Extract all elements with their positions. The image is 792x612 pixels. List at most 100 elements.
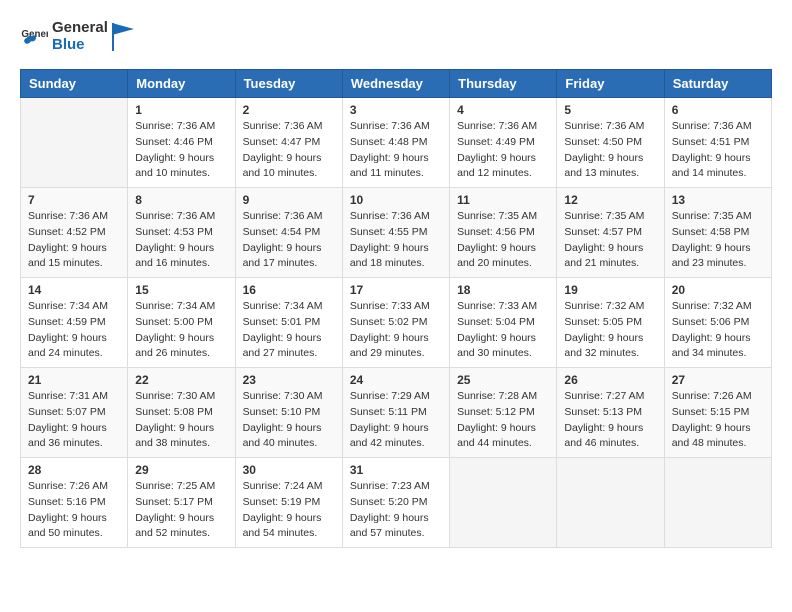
day-info: Sunrise: 7:34 AMSunset: 5:00 PMDaylight:… <box>135 299 227 362</box>
generalblue-logo-icon: General <box>20 23 48 51</box>
day-info: Sunrise: 7:34 AMSunset: 5:01 PMDaylight:… <box>243 299 335 362</box>
calendar-cell: 9 Sunrise: 7:36 AMSunset: 4:54 PMDaylight… <box>235 188 342 278</box>
calendar-cell: 8 Sunrise: 7:36 AMSunset: 4:53 PMDaylight… <box>128 188 235 278</box>
day-info: Sunrise: 7:32 AMSunset: 5:05 PMDaylight:… <box>564 299 656 362</box>
day-number: 22 <box>135 373 227 387</box>
day-info: Sunrise: 7:36 AMSunset: 4:54 PMDaylight:… <box>243 209 335 272</box>
day-info: Sunrise: 7:29 AMSunset: 5:11 PMDaylight:… <box>350 389 442 452</box>
calendar-table: SundayMondayTuesdayWednesdayThursdayFrid… <box>20 69 772 548</box>
calendar-cell: 25 Sunrise: 7:28 AMSunset: 5:12 PMDayligh… <box>450 368 557 458</box>
logo-general-text: General <box>52 20 108 37</box>
calendar-cell: 15 Sunrise: 7:34 AMSunset: 5:00 PMDayligh… <box>128 278 235 368</box>
weekday-header-wednesday: Wednesday <box>342 70 449 98</box>
day-info: Sunrise: 7:35 AMSunset: 4:58 PMDaylight:… <box>672 209 764 272</box>
day-number: 25 <box>457 373 549 387</box>
calendar-week-4: 21 Sunrise: 7:31 AMSunset: 5:07 PMDayligh… <box>21 368 772 458</box>
calendar-cell: 22 Sunrise: 7:30 AMSunset: 5:08 PMDayligh… <box>128 368 235 458</box>
day-info: Sunrise: 7:26 AMSunset: 5:16 PMDaylight:… <box>28 479 120 542</box>
logo-flag-icon <box>112 23 134 51</box>
day-number: 2 <box>243 103 335 117</box>
calendar-cell: 29 Sunrise: 7:25 AMSunset: 5:17 PMDayligh… <box>128 458 235 548</box>
calendar-cell: 24Sunrise: 7:29 AMSunset: 5:11 PMDayligh… <box>342 368 449 458</box>
day-info: Sunrise: 7:35 AMSunset: 4:57 PMDaylight:… <box>564 209 656 272</box>
day-info: Sunrise: 7:36 AMSunset: 4:50 PMDaylight:… <box>564 119 656 182</box>
day-info: Sunrise: 7:34 AMSunset: 4:59 PMDaylight:… <box>28 299 120 362</box>
day-number: 10 <box>350 193 442 207</box>
day-info: Sunrise: 7:36 AMSunset: 4:46 PMDaylight:… <box>135 119 227 182</box>
calendar-cell: 31 Sunrise: 7:23 AMSunset: 5:20 PMDayligh… <box>342 458 449 548</box>
weekday-header-saturday: Saturday <box>664 70 771 98</box>
day-info: Sunrise: 7:30 AMSunset: 5:10 PMDaylight:… <box>243 389 335 452</box>
calendar-week-2: 7 Sunrise: 7:36 AMSunset: 4:52 PMDaylight… <box>21 188 772 278</box>
day-number: 31 <box>350 463 442 477</box>
day-number: 20 <box>672 283 764 297</box>
day-number: 8 <box>135 193 227 207</box>
calendar-cell: 30 Sunrise: 7:24 AMSunset: 5:19 PMDayligh… <box>235 458 342 548</box>
day-number: 19 <box>564 283 656 297</box>
calendar-week-1: 1 Sunrise: 7:36 AMSunset: 4:46 PMDaylight… <box>21 98 772 188</box>
calendar-body: 1 Sunrise: 7:36 AMSunset: 4:46 PMDaylight… <box>21 98 772 548</box>
calendar-cell: 16Sunrise: 7:34 AMSunset: 5:01 PMDayligh… <box>235 278 342 368</box>
day-number: 21 <box>28 373 120 387</box>
day-info: Sunrise: 7:35 AMSunset: 4:56 PMDaylight:… <box>457 209 549 272</box>
day-number: 12 <box>564 193 656 207</box>
weekday-header-sunday: Sunday <box>21 70 128 98</box>
day-info: Sunrise: 7:27 AMSunset: 5:13 PMDaylight:… <box>564 389 656 452</box>
calendar-cell: 28 Sunrise: 7:26 AMSunset: 5:16 PMDayligh… <box>21 458 128 548</box>
day-info: Sunrise: 7:25 AMSunset: 5:17 PMDaylight:… <box>135 479 227 542</box>
day-info: Sunrise: 7:28 AMSunset: 5:12 PMDaylight:… <box>457 389 549 452</box>
calendar-cell: 1 Sunrise: 7:36 AMSunset: 4:46 PMDaylight… <box>128 98 235 188</box>
calendar-cell: 17 Sunrise: 7:33 AMSunset: 5:02 PMDayligh… <box>342 278 449 368</box>
calendar-cell <box>557 458 664 548</box>
day-info: Sunrise: 7:23 AMSunset: 5:20 PMDaylight:… <box>350 479 442 542</box>
day-info: Sunrise: 7:36 AMSunset: 4:55 PMDaylight:… <box>350 209 442 272</box>
day-number: 1 <box>135 103 227 117</box>
day-info: Sunrise: 7:31 AMSunset: 5:07 PMDaylight:… <box>28 389 120 452</box>
weekday-header-friday: Friday <box>557 70 664 98</box>
day-info: Sunrise: 7:33 AMSunset: 5:02 PMDaylight:… <box>350 299 442 362</box>
day-number: 30 <box>243 463 335 477</box>
calendar-cell: 13 Sunrise: 7:35 AMSunset: 4:58 PMDayligh… <box>664 188 771 278</box>
weekday-header-thursday: Thursday <box>450 70 557 98</box>
day-number: 6 <box>672 103 764 117</box>
calendar-cell: 14Sunrise: 7:34 AMSunset: 4:59 PMDayligh… <box>21 278 128 368</box>
day-number: 13 <box>672 193 764 207</box>
day-info: Sunrise: 7:36 AMSunset: 4:52 PMDaylight:… <box>28 209 120 272</box>
calendar-cell: 19 Sunrise: 7:32 AMSunset: 5:05 PMDayligh… <box>557 278 664 368</box>
day-number: 9 <box>243 193 335 207</box>
calendar-cell: 21 Sunrise: 7:31 AMSunset: 5:07 PMDayligh… <box>21 368 128 458</box>
day-number: 7 <box>28 193 120 207</box>
day-info: Sunrise: 7:33 AMSunset: 5:04 PMDaylight:… <box>457 299 549 362</box>
day-number: 17 <box>350 283 442 297</box>
weekday-header-tuesday: Tuesday <box>235 70 342 98</box>
calendar-week-3: 14Sunrise: 7:34 AMSunset: 4:59 PMDayligh… <box>21 278 772 368</box>
calendar-week-5: 28 Sunrise: 7:26 AMSunset: 5:16 PMDayligh… <box>21 458 772 548</box>
calendar-cell: 20 Sunrise: 7:32 AMSunset: 5:06 PMDayligh… <box>664 278 771 368</box>
day-number: 27 <box>672 373 764 387</box>
day-info: Sunrise: 7:24 AMSunset: 5:19 PMDaylight:… <box>243 479 335 542</box>
day-info: Sunrise: 7:36 AMSunset: 4:48 PMDaylight:… <box>350 119 442 182</box>
calendar-cell: 3 Sunrise: 7:36 AMSunset: 4:48 PMDaylight… <box>342 98 449 188</box>
calendar-cell: 10 Sunrise: 7:36 AMSunset: 4:55 PMDayligh… <box>342 188 449 278</box>
day-number: 5 <box>564 103 656 117</box>
calendar-cell: 2 Sunrise: 7:36 AMSunset: 4:47 PMDaylight… <box>235 98 342 188</box>
day-info: Sunrise: 7:32 AMSunset: 5:06 PMDaylight:… <box>672 299 764 362</box>
calendar-cell: 6Sunrise: 7:36 AMSunset: 4:51 PMDaylight… <box>664 98 771 188</box>
day-number: 11 <box>457 193 549 207</box>
page-header: General General Blue <box>20 20 772 53</box>
weekday-header-row: SundayMondayTuesdayWednesdayThursdayFrid… <box>21 70 772 98</box>
day-number: 3 <box>350 103 442 117</box>
calendar-cell: 26Sunrise: 7:27 AMSunset: 5:13 PMDayligh… <box>557 368 664 458</box>
day-number: 28 <box>28 463 120 477</box>
day-info: Sunrise: 7:30 AMSunset: 5:08 PMDaylight:… <box>135 389 227 452</box>
day-info: Sunrise: 7:36 AMSunset: 4:49 PMDaylight:… <box>457 119 549 182</box>
logo: General General Blue <box>20 20 134 53</box>
calendar-cell: 7 Sunrise: 7:36 AMSunset: 4:52 PMDaylight… <box>21 188 128 278</box>
day-number: 15 <box>135 283 227 297</box>
weekday-header-monday: Monday <box>128 70 235 98</box>
day-info: Sunrise: 7:36 AMSunset: 4:47 PMDaylight:… <box>243 119 335 182</box>
day-number: 29 <box>135 463 227 477</box>
calendar-cell <box>450 458 557 548</box>
calendar-cell: 4Sunrise: 7:36 AMSunset: 4:49 PMDaylight… <box>450 98 557 188</box>
day-info: Sunrise: 7:36 AMSunset: 4:53 PMDaylight:… <box>135 209 227 272</box>
